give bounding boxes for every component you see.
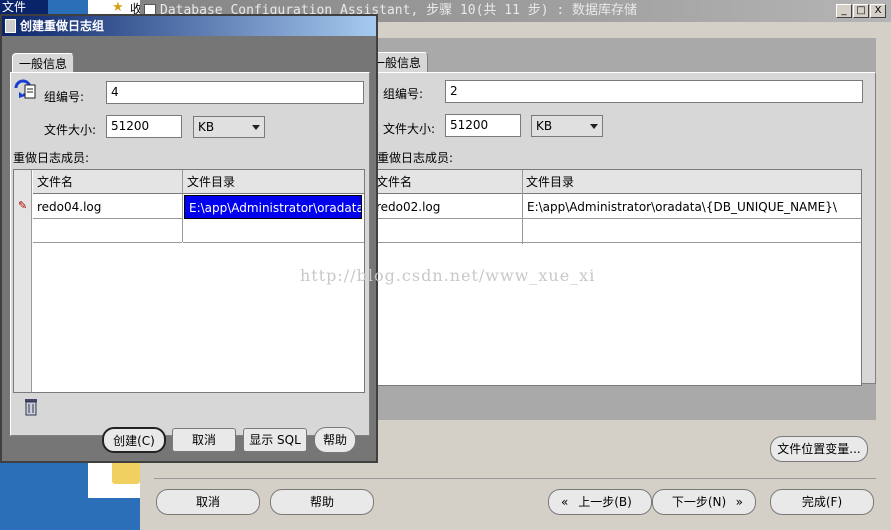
watermark-text: http://blog.csdn.net/www_xue_xi <box>300 266 596 285</box>
file-location-variables-button[interactable]: 文件位置变量... <box>770 436 868 462</box>
edit-pencil-icon: ✎ <box>18 199 28 212</box>
unit-select[interactable]: KB <box>531 115 603 137</box>
column-header-file-name[interactable]: 文件名 <box>372 170 522 194</box>
cell-directory[interactable]: E:\app\Administrator\oradata\{DB_UNIQUE_… <box>523 195 861 219</box>
finish-button[interactable]: 完成(F) <box>770 489 874 515</box>
dialog-group-number-input[interactable]: 4 <box>106 81 364 104</box>
chevron-right-icon: » <box>735 495 743 509</box>
next-button-label: 下一步(N) <box>671 495 727 509</box>
maximize-button[interactable]: □ <box>853 4 869 18</box>
divider <box>154 478 876 479</box>
dialog-unit-select[interactable]: KB <box>193 116 265 138</box>
dialog-unit-select-value: KB <box>198 120 215 134</box>
cancel-button[interactable]: 取消 <box>156 489 260 515</box>
chevron-left-icon: « <box>561 495 569 509</box>
desktop-file-label: 文件 <box>0 0 48 14</box>
trash-icon[interactable] <box>23 397 39 417</box>
members-label: 重做日志成员: <box>377 151 454 165</box>
dialog-icon <box>5 19 16 33</box>
dialog-general-info-panel: 组编号: 4 文件大小: 51200 KB 重做日志成员: ✎ 文件名 文件目录… <box>10 72 370 436</box>
group-number-label: 组编号: <box>383 87 424 101</box>
back-button-label: 上一步(B) <box>578 495 632 509</box>
file-size-label: 文件大小: <box>383 122 436 136</box>
dialog-title: 创建重做日志组 <box>2 16 376 36</box>
close-button[interactable]: X <box>870 4 886 18</box>
create-button[interactable]: 创建(C) <box>102 427 166 453</box>
folder-icon <box>112 460 140 484</box>
chevron-down-icon <box>252 125 260 130</box>
create-redo-log-group-dialog: 创建重做日志组 一般信息 组编号: 4 文件大小: 51200 KB 重做日志成… <box>0 14 378 463</box>
cell-empty[interactable] <box>523 219 861 243</box>
dialog-cancel-button[interactable]: 取消 <box>172 428 236 452</box>
dialog-cell-directory-selected[interactable]: E:\app\Administrator\oradata\... <box>184 195 362 219</box>
dialog-column-header-file-name[interactable]: 文件名 <box>33 170 183 194</box>
help-button[interactable]: 帮助 <box>270 489 374 515</box>
cell-empty[interactable] <box>372 219 522 243</box>
column-header-directory[interactable]: 文件目录 <box>522 170 861 194</box>
dialog-help-button[interactable]: 帮助 <box>314 427 356 453</box>
back-button[interactable]: « 上一步(B) <box>548 489 652 515</box>
dialog-file-size-input[interactable]: 51200 <box>106 115 182 138</box>
file-size-input[interactable]: 51200 <box>445 114 521 137</box>
dialog-members-label: 重做日志成员: <box>13 151 90 165</box>
cell-empty[interactable] <box>33 219 182 243</box>
unit-select-value: KB <box>536 119 553 133</box>
cell-file-name[interactable]: redo02.log <box>372 195 522 219</box>
minimize-button[interactable]: _ <box>836 4 852 18</box>
dialog-file-size-label: 文件大小: <box>44 123 97 137</box>
dialog-column-header-directory[interactable]: 文件目录 <box>183 170 364 194</box>
dialog-cell-file-name[interactable]: redo04.log <box>33 195 182 219</box>
show-sql-button[interactable]: 显示 SQL <box>243 428 307 452</box>
dialog-group-number-label: 组编号: <box>44 90 85 104</box>
group-number-input[interactable]: 2 <box>445 80 863 103</box>
cell-empty[interactable] <box>183 219 364 243</box>
next-button[interactable]: 下一步(N) » <box>652 489 756 515</box>
redo-group-icon <box>13 75 39 101</box>
star-icon: ★ <box>112 0 124 15</box>
chevron-down-icon <box>590 124 598 129</box>
dialog-tab-general-info[interactable]: 一般信息 <box>12 53 75 73</box>
